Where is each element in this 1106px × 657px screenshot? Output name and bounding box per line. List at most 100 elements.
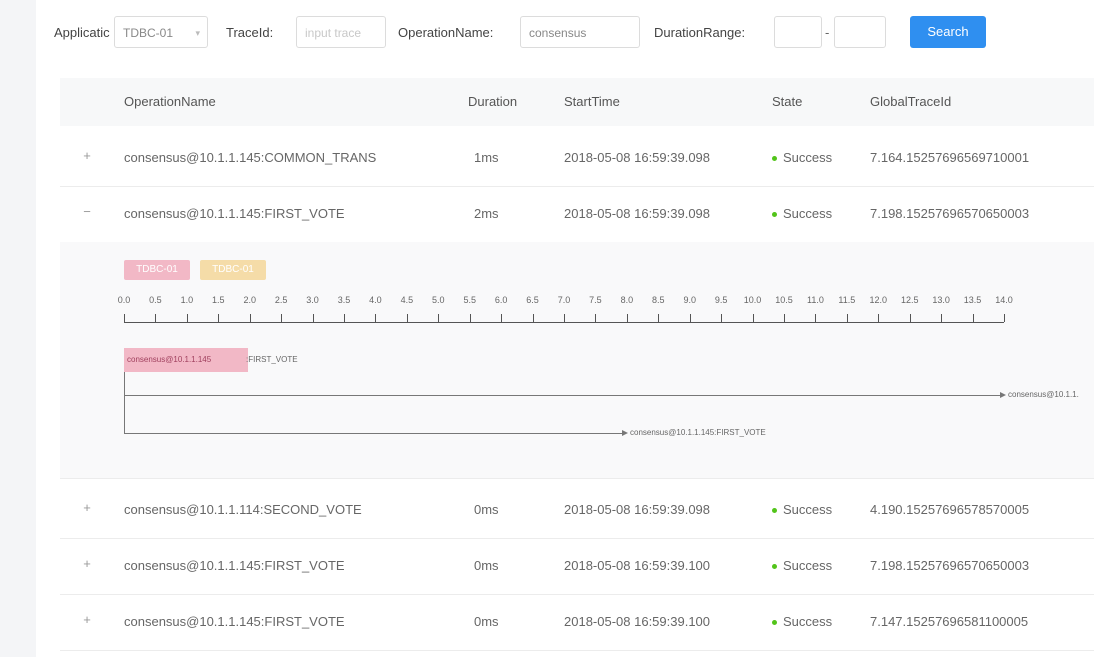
operation-name-input[interactable]: consensus <box>520 16 640 48</box>
global-trace-id-cell: 7.147.15257696581100005 <box>870 614 1029 629</box>
timeline-tick-label: 13.0 <box>932 295 950 305</box>
column-header-starttime[interactable]: StartTime <box>564 78 620 126</box>
operation-name-label: OperationName: <box>398 25 494 40</box>
timeline-tick-label: 1.0 <box>180 295 194 305</box>
start-time-cell: 2018-05-08 16:59:39.100 <box>564 614 711 629</box>
timeline-tick-label: 2.5 <box>274 295 288 305</box>
timeline-tick <box>626 314 628 322</box>
timeline-tick <box>438 314 440 322</box>
collapse-toggle-icon[interactable]: − <box>80 205 94 219</box>
state-text: Success <box>783 502 833 517</box>
table-row[interactable]: + consensus@10.1.1.145:FIRST_VOTE 0ms 20… <box>60 594 1094 651</box>
timeline-tick-label: 9.5 <box>714 295 728 305</box>
timeline-tick-label: 8.0 <box>620 295 634 305</box>
expand-toggle-icon[interactable]: + <box>80 557 94 571</box>
timeline-tick <box>658 314 660 322</box>
expand-toggle-icon[interactable]: + <box>80 501 94 515</box>
timeline-tick-label: 6.0 <box>494 295 508 305</box>
status-dot-icon <box>772 212 777 218</box>
timeline-tick-label: 4.5 <box>400 295 414 305</box>
timeline-tick <box>344 314 345 322</box>
timeline-tick-label: 14.0 <box>995 295 1013 305</box>
timeline-tick <box>218 314 220 322</box>
timeline-tick <box>972 314 974 322</box>
legend-chip-service-2[interactable]: TDBC-01 <box>200 260 266 280</box>
timeline-tick-label: 11.0 <box>806 295 824 305</box>
timeline-tick <box>186 314 188 322</box>
timeline-tick-label: 11.5 <box>838 295 856 305</box>
timeline-tick <box>155 314 157 322</box>
table-row[interactable]: + consensus@10.1.1.145:FIRST_VOTE 0ms 20… <box>60 538 1094 595</box>
timeline-tick <box>564 314 565 322</box>
duration-max-input[interactable] <box>834 16 886 48</box>
timeline-tick-label: 5.5 <box>463 295 476 305</box>
arrow-right-icon <box>1000 392 1006 398</box>
timeline-tick <box>595 314 597 322</box>
status-dot-icon <box>772 564 777 570</box>
state-text: Success <box>783 150 833 165</box>
duration-min-input[interactable] <box>774 16 822 48</box>
timeline-tick-label: 3.0 <box>306 295 319 305</box>
timeline-tick <box>281 314 283 322</box>
timeline-tick <box>312 314 314 322</box>
trace-edge-label-2: consensus@10.1.1.145:FIRST_VOTE <box>630 428 766 437</box>
traceid-input[interactable]: input trace <box>296 16 386 48</box>
timeline-tick <box>532 314 534 322</box>
timeline-tick-label: 5.0 <box>432 295 445 305</box>
timeline-tick <box>249 314 251 322</box>
column-header-operation[interactable]: OperationName <box>124 78 216 126</box>
timeline-axis-line <box>124 322 1004 323</box>
timeline-tick <box>501 314 503 322</box>
table-row[interactable]: − consensus@10.1.1.145:FIRST_VOTE 2ms 20… <box>60 186 1094 243</box>
column-header-globaltraceid[interactable]: GlobalTraceId <box>870 78 951 126</box>
state-cell: Success <box>772 186 832 242</box>
operation-name-cell: consensus@10.1.1.145:FIRST_VOTE <box>124 614 345 629</box>
timeline-tick-label: 7.0 <box>557 295 571 305</box>
column-header-duration[interactable]: Duration <box>468 78 517 126</box>
timeline-tick <box>375 314 377 322</box>
duration-separator: - <box>825 25 830 40</box>
application-select-value: TDBC-01 <box>123 26 174 40</box>
status-dot-icon <box>772 620 777 626</box>
legend-chip-service-1[interactable]: TDBC-01 <box>124 260 190 280</box>
timeline-tick <box>815 314 817 322</box>
table-row[interactable]: + consensus@10.1.1.145:COMMON_TRANS 1ms … <box>60 130 1094 187</box>
start-time-cell: 2018-05-08 16:59:39.098 <box>564 150 711 165</box>
table-row[interactable]: + consensus@10.1.1.114:SECOND_VOTE 0ms 2… <box>60 482 1094 539</box>
span-bar-label: consensus@10.1.1.145 <box>127 355 212 364</box>
timeline-tick-label: 0.0 <box>117 295 131 305</box>
left-sidebar-strip <box>0 0 36 657</box>
state-cell: Success <box>772 130 832 186</box>
search-button[interactable]: Search <box>910 16 986 48</box>
traceid-label: TraceId: <box>226 25 274 40</box>
operation-name-cell: consensus@10.1.1.145:FIRST_VOTE <box>124 558 345 573</box>
start-time-cell: 2018-05-08 16:59:39.100 <box>564 558 711 573</box>
application-label: Applicatic <box>54 25 110 40</box>
timeline-tick-label: 9.0 <box>683 295 696 305</box>
state-cell: Success <box>772 482 832 538</box>
state-cell: Success <box>772 594 832 650</box>
timeline-tick-label: 0.5 <box>149 295 162 305</box>
span-bar[interactable]: consensus@10.1.1.145 <box>124 348 248 372</box>
timeline-tick-label: 10.0 <box>743 295 762 305</box>
timeline-tick <box>752 314 754 322</box>
timeline-tick-label: 4.0 <box>369 295 382 305</box>
timeline-tick <box>941 314 943 322</box>
table-header: OperationName Duration StartTime State G… <box>60 78 1094 126</box>
timeline-tick <box>469 314 471 322</box>
main-content: Applicatic TDBC-01 ▾ TraceId: input trac… <box>36 0 1106 657</box>
expand-toggle-icon[interactable]: + <box>80 149 94 163</box>
state-text: Success <box>783 614 833 629</box>
application-select[interactable]: TDBC-01 ▾ <box>114 16 208 48</box>
state-cell: Success <box>772 538 832 594</box>
operation-name-cell: consensus@10.1.1.114:SECOND_VOTE <box>124 502 362 517</box>
expand-toggle-icon[interactable]: + <box>80 613 94 627</box>
timeline-tick <box>909 314 911 322</box>
timeline-tick <box>878 314 880 322</box>
timeline-tick-label: 12.0 <box>869 295 888 305</box>
state-text: Success <box>783 206 833 221</box>
timeline-tick-label: 3.5 <box>337 295 351 305</box>
start-time-cell: 2018-05-08 16:59:39.098 <box>564 206 711 221</box>
column-header-state[interactable]: State <box>772 78 802 126</box>
timeline-tick <box>784 314 785 322</box>
